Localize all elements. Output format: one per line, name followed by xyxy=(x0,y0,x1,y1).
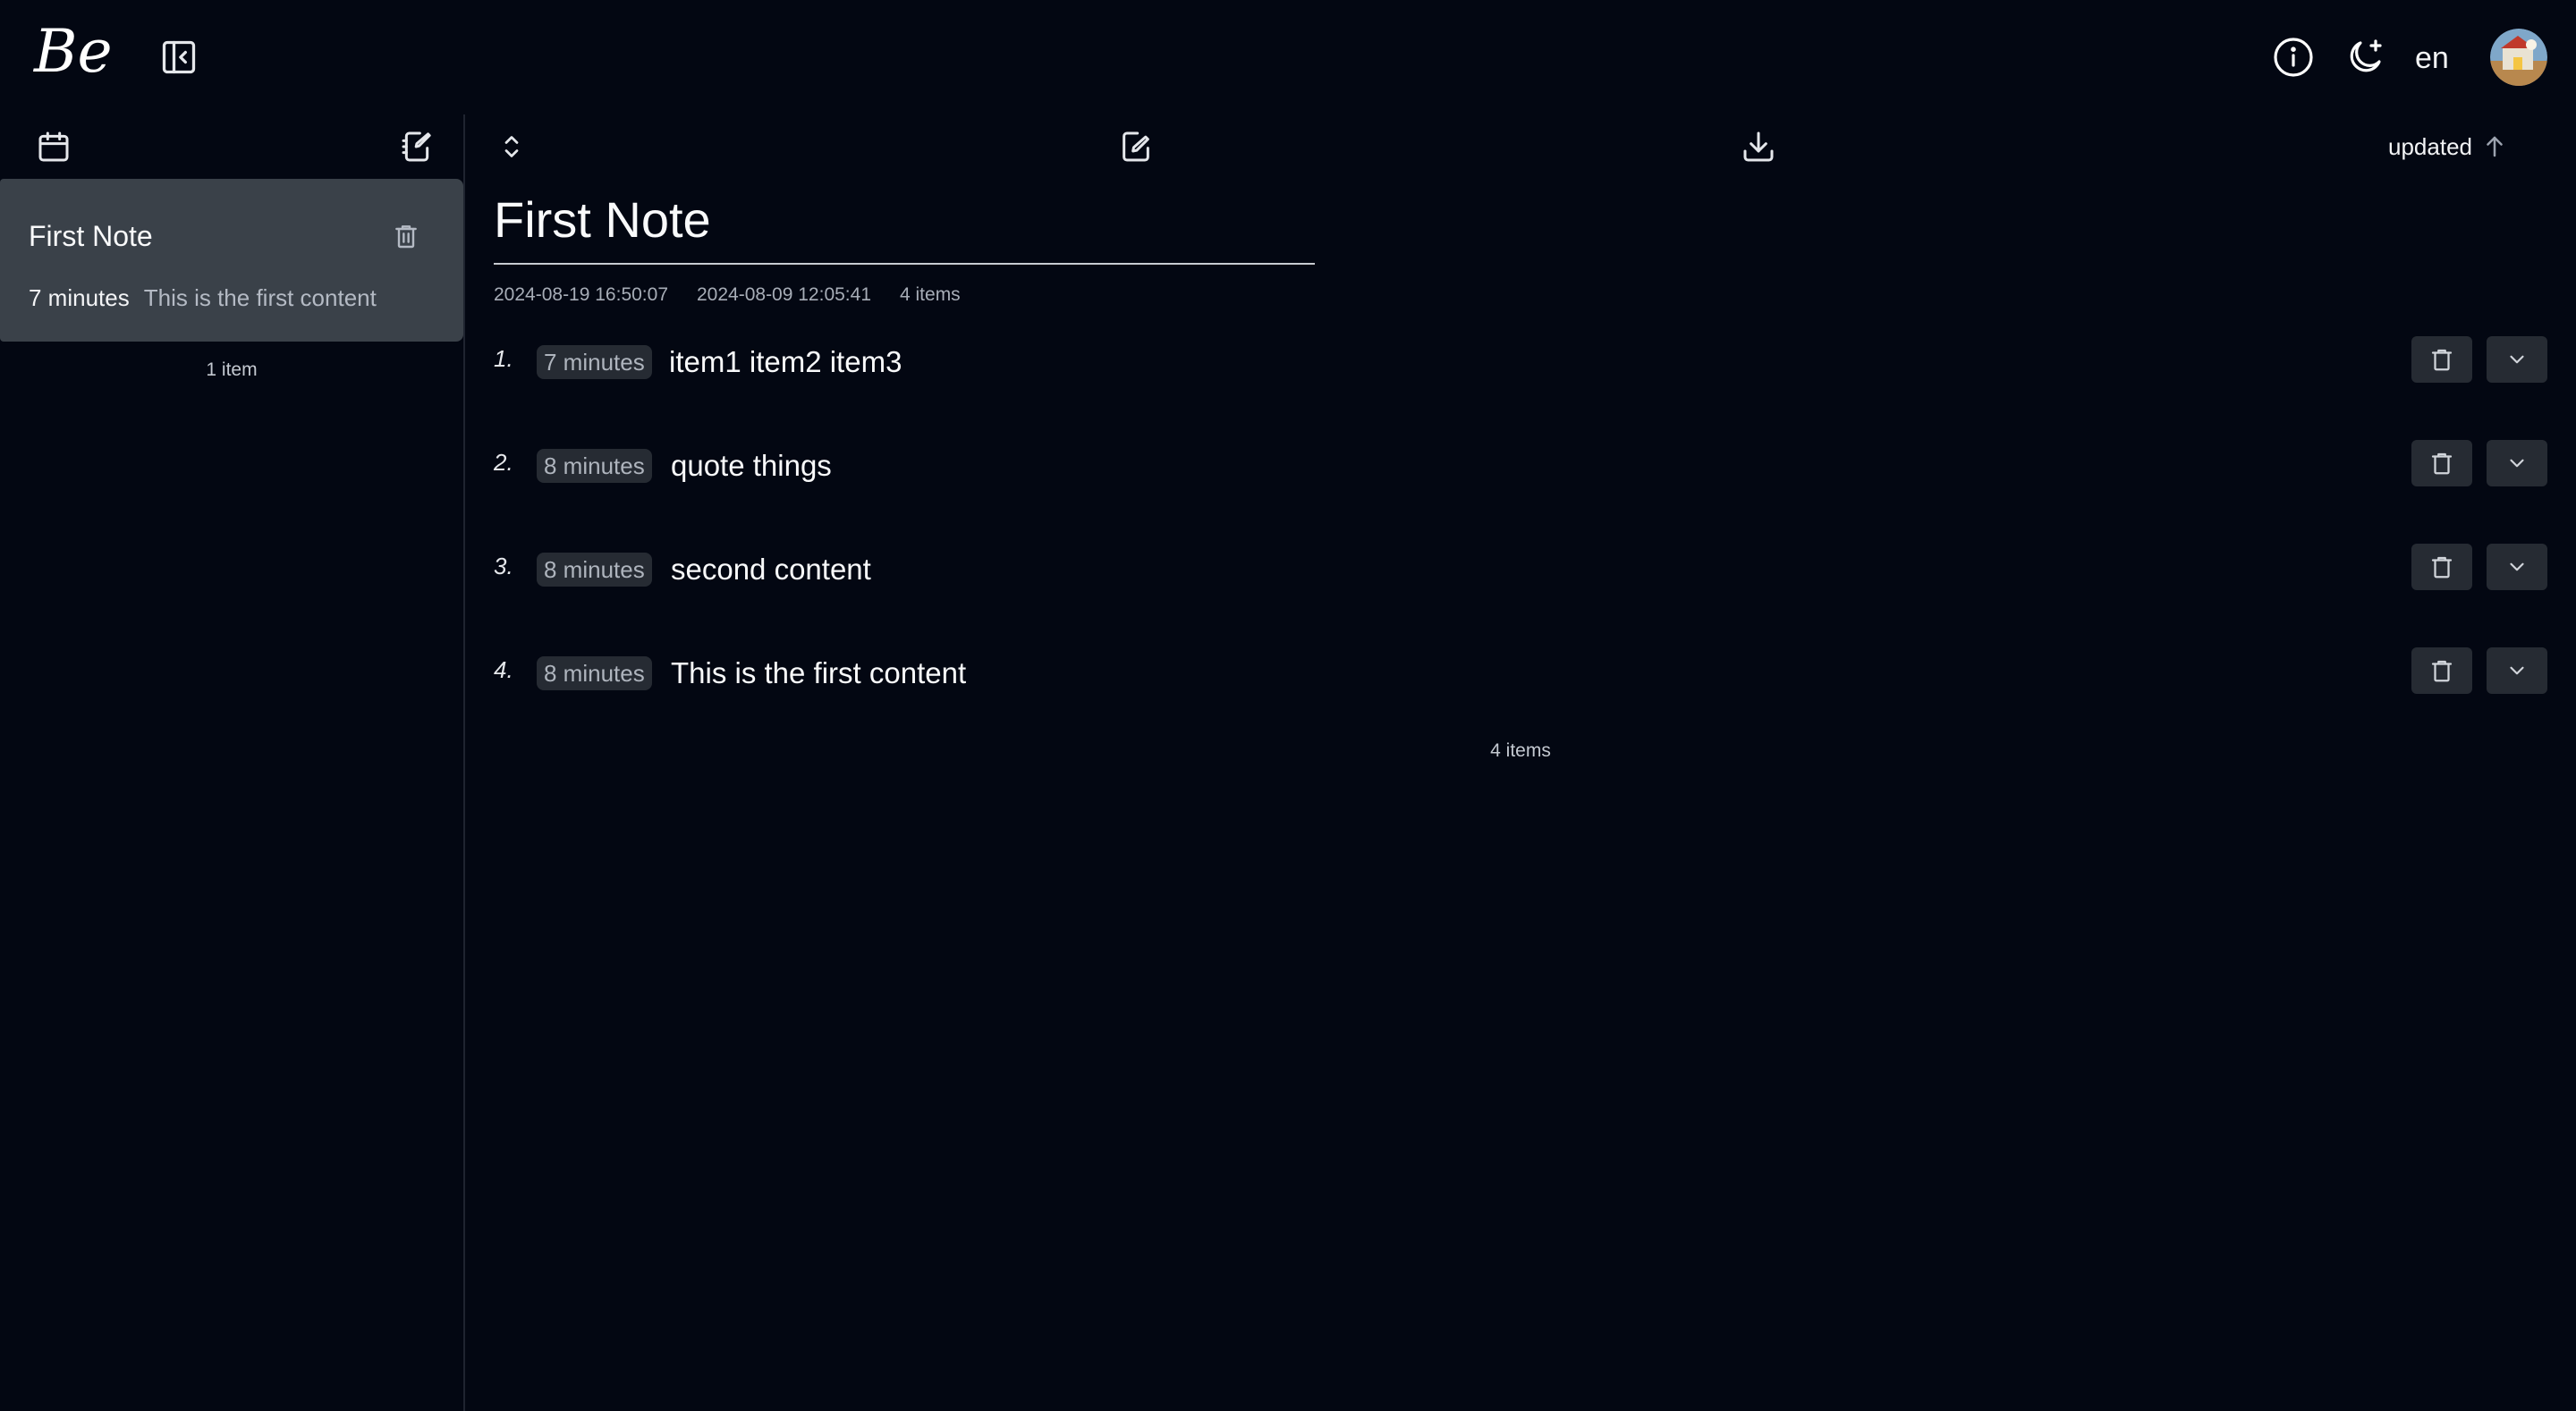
item-text: This is the first content xyxy=(671,656,967,689)
edit-icon xyxy=(1123,131,1149,162)
list-item[interactable]: 3. 8 minutes second content xyxy=(494,542,2547,596)
item-number: 4. xyxy=(494,656,513,683)
trash-icon xyxy=(2431,349,2453,371)
calendar-icon xyxy=(38,131,69,162)
delete-item-button[interactable] xyxy=(2411,336,2472,383)
items-count: 4 items xyxy=(900,284,961,305)
delete-item-button[interactable] xyxy=(2411,440,2472,486)
trash-icon xyxy=(2431,452,2453,475)
sidebar-collapse-button[interactable] xyxy=(157,36,200,79)
item-time-badge: 8 minutes xyxy=(537,449,652,483)
item-text: quote things xyxy=(671,449,832,482)
title-underline xyxy=(494,263,1315,265)
new-note-icon xyxy=(402,131,431,162)
trash-icon xyxy=(395,225,417,249)
svg-text:Be: Be xyxy=(33,17,113,86)
edit-button[interactable] xyxy=(1116,127,1156,166)
download-icon xyxy=(1743,131,1774,162)
note-time: 7 minutes xyxy=(29,284,130,311)
expand-collapse-button[interactable] xyxy=(492,127,531,166)
trash-icon xyxy=(2431,660,2453,682)
info-button[interactable] xyxy=(2270,34,2317,80)
sort-label: updated xyxy=(2388,132,2472,160)
item-number: 3. xyxy=(494,553,513,579)
created-timestamp: 2024-08-09 12:05:41 xyxy=(697,284,871,305)
language-selector[interactable]: en xyxy=(2415,36,2449,80)
trash-icon xyxy=(2431,556,2453,579)
new-note-button[interactable] xyxy=(397,127,436,166)
item-number: 2. xyxy=(494,449,513,476)
sort-button[interactable]: updated xyxy=(2388,129,2508,165)
item-text: item1 item2 item3 xyxy=(669,345,902,378)
theme-toggle-button[interactable] xyxy=(2342,34,2388,80)
download-button[interactable] xyxy=(1739,127,1778,166)
list-item[interactable]: 2. 8 minutes quote things xyxy=(494,438,2547,492)
user-avatar[interactable] xyxy=(2490,29,2547,86)
document-meta: 2024-08-19 16:50:07 2024-08-09 12:05:41 … xyxy=(494,284,961,306)
item-time-badge: 8 minutes xyxy=(537,656,652,690)
note-count: 1 item xyxy=(206,359,258,380)
moon-icon xyxy=(2350,39,2382,72)
expand-item-button[interactable] xyxy=(2487,647,2547,694)
be-logo: Be xyxy=(33,17,113,86)
chevron-down-icon xyxy=(2510,562,2524,571)
sidebar-divider xyxy=(463,114,465,1411)
expand-item-button[interactable] xyxy=(2487,544,2547,590)
item-text: second content xyxy=(671,553,871,586)
delete-item-button[interactable] xyxy=(2411,544,2472,590)
chevron-down-icon xyxy=(2510,459,2524,468)
chevron-down-icon xyxy=(2510,355,2524,364)
document-title[interactable]: First Note xyxy=(494,184,711,256)
note-preview: This is the first content xyxy=(143,284,377,311)
avatar-image xyxy=(2490,29,2547,86)
updated-timestamp: 2024-08-19 16:50:07 xyxy=(494,284,668,305)
expand-item-button[interactable] xyxy=(2487,336,2547,383)
chevron-down-icon xyxy=(2510,666,2524,675)
expand-item-button[interactable] xyxy=(2487,440,2547,486)
delete-item-button[interactable] xyxy=(2411,647,2472,694)
sidebar-collapse-icon xyxy=(162,40,196,74)
app-logo[interactable]: Be xyxy=(32,16,118,88)
info-icon xyxy=(2274,38,2313,77)
note-list-item-meta: 7 minutes This is the first content xyxy=(29,284,377,312)
entries-count: 4 items xyxy=(1490,740,1551,761)
note-list-item-title: First Note xyxy=(29,220,153,252)
expand-collapse-icon xyxy=(504,136,519,157)
delete-note-button[interactable] xyxy=(388,218,424,254)
item-number: 1. xyxy=(494,345,513,372)
note-list-item[interactable] xyxy=(0,179,463,342)
item-time-badge: 8 minutes xyxy=(537,553,652,587)
list-item[interactable]: 4. 8 minutes This is the first content xyxy=(494,646,2547,699)
arrow-up-icon xyxy=(2487,136,2503,157)
list-item[interactable]: 1. 7 minutes item1 item2 item3 xyxy=(494,334,2547,388)
calendar-button[interactable] xyxy=(34,127,73,166)
item-time-badge: 7 minutes xyxy=(537,345,652,379)
